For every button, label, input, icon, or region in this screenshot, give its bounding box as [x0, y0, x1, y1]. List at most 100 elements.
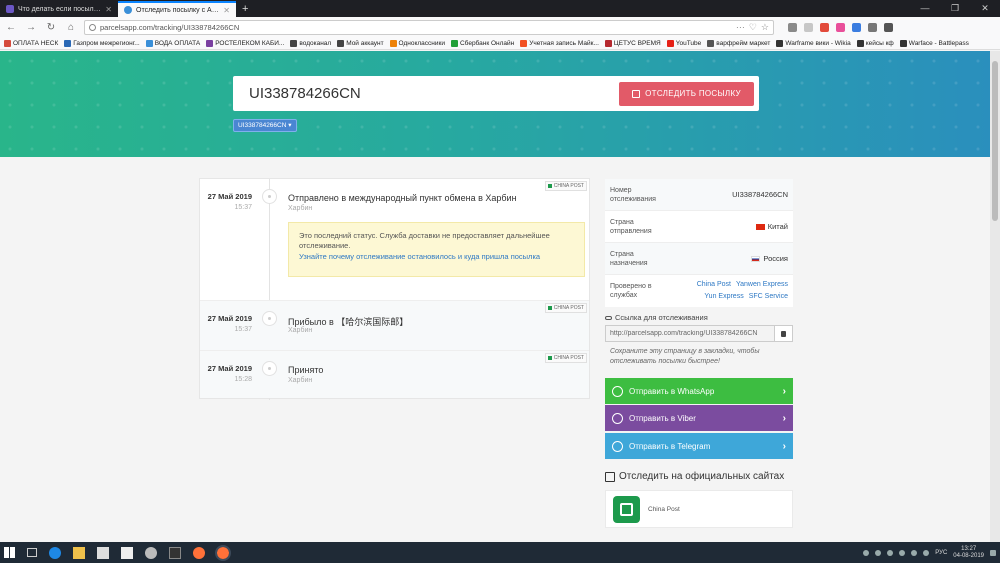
tray-icon[interactable]	[887, 549, 894, 556]
app-icon[interactable]	[169, 546, 181, 559]
tracking-number-chip[interactable]: UI338784266CN ▾	[233, 119, 297, 132]
tray-icon[interactable]	[875, 549, 882, 556]
notifications-icon[interactable]	[990, 549, 996, 556]
maximize-icon[interactable]: ❐	[940, 0, 970, 17]
new-tab-button[interactable]: +	[236, 1, 254, 17]
page-actions-icon[interactable]: ···	[736, 22, 745, 32]
copy-link-button[interactable]	[774, 326, 792, 341]
forward-icon[interactable]: →	[24, 22, 38, 33]
extension-icon[interactable]	[852, 22, 861, 32]
bookmark-item[interactable]: ВОДА ОПЛАТА	[145, 39, 200, 47]
tracking-number-input[interactable]	[249, 85, 619, 102]
carrier-link[interactable]: SFC Service	[749, 293, 788, 300]
language-indicator[interactable]: РУС	[935, 550, 947, 556]
carrier-link[interactable]: Yanwen Express	[736, 281, 788, 288]
carrier-badge: CHINA POST	[544, 353, 587, 363]
firefox-icon[interactable]	[193, 546, 205, 559]
back-icon[interactable]: ←	[4, 22, 18, 33]
library-icon[interactable]	[788, 22, 797, 32]
firefox-active-icon[interactable]	[215, 544, 231, 561]
file-explorer-icon[interactable]	[73, 546, 85, 559]
pocket-icon[interactable]: ♡	[749, 22, 757, 33]
task-view-icon[interactable]	[27, 548, 37, 557]
bookmark-icon	[604, 39, 612, 47]
window-controls: — ❐ ✕	[910, 0, 1000, 17]
track-parcel-button[interactable]: ОТСЛЕДИТЬ ПОСЫЛКУ	[619, 81, 754, 106]
event-location: Харбин	[288, 327, 313, 334]
official-sites-heading: Отследить на официальных сайтах	[605, 471, 784, 482]
event-title: Принято	[288, 365, 324, 375]
volume-icon[interactable]	[923, 549, 930, 556]
sidebar-icon[interactable]	[804, 22, 813, 32]
close-tab-icon[interactable]: ✕	[105, 5, 112, 14]
home-icon[interactable]: ⌂	[64, 22, 78, 33]
bookmark-item[interactable]: Warframe вики - Wikia	[776, 39, 851, 47]
close-window-icon[interactable]: ✕	[970, 0, 1000, 17]
hero-banner: ОТСЛЕДИТЬ ПОСЫЛКУ UI338784266CN ▾	[0, 51, 990, 157]
browser-tab-2[interactable]: Отследить посылку с Алиэкс... ✕	[118, 1, 236, 17]
share-whatsapp-button[interactable]: Отправить в WhatsApp ›	[605, 378, 793, 404]
carrier-link[interactable]: China Post	[697, 281, 731, 288]
windows-taskbar: РУС 13:27 04-08-2019	[0, 542, 1000, 563]
why-stopped-link[interactable]: Узнайте почему отслеживание остановилось…	[299, 252, 574, 262]
tracking-link-input[interactable]	[606, 326, 774, 341]
bookmark-item[interactable]: ЦЕТУС ВРЕМЯ	[604, 39, 661, 47]
extension-icon[interactable]	[868, 22, 877, 32]
reload-icon[interactable]: ↻	[44, 22, 58, 33]
bookmark-icon	[856, 39, 864, 47]
scrollbar-thumb[interactable]	[992, 61, 998, 221]
bookmark-icon	[64, 39, 72, 47]
carrier-link[interactable]: Yun Express	[704, 293, 743, 300]
tracking-link-label: Ссылка для отслеживания	[605, 313, 708, 322]
extension-icon[interactable]	[820, 22, 829, 32]
share-viber-button[interactable]: Отправить в Viber ›	[605, 405, 793, 431]
tray-icon[interactable]	[863, 549, 870, 556]
mail-icon[interactable]	[121, 546, 133, 559]
address-url[interactable]: parcelsapp.com/tracking/UI338784266CN	[100, 23, 732, 32]
bookmark-item[interactable]: варфрейм маркет	[707, 39, 770, 47]
store-icon[interactable]	[97, 546, 109, 559]
address-bar[interactable]: parcelsapp.com/tracking/UI338784266CN ··…	[84, 19, 774, 35]
bookmark-item[interactable]: Мой аккаунт	[337, 39, 384, 47]
close-tab-icon[interactable]: ✕	[223, 6, 230, 15]
bookmark-icon	[776, 39, 784, 47]
bookmark-item[interactable]: Warface - Battlepass	[899, 39, 969, 47]
bookmark-icon	[899, 39, 907, 47]
bookmark-item[interactable]: YouTube	[666, 39, 701, 47]
windows-start-icon[interactable]	[4, 547, 15, 558]
browser-tab-1[interactable]: Что делать если посылка в... ✕	[0, 1, 118, 17]
event-date: 27 Май 2019	[207, 192, 252, 201]
checked-services-label: Проверено в службах	[610, 283, 652, 299]
carrier-name: China Post	[648, 505, 680, 513]
minimize-icon[interactable]: —	[910, 0, 940, 17]
bookmark-item[interactable]: ОПЛАТА НЕСК	[4, 39, 58, 47]
system-clock[interactable]: 13:27 04-08-2019	[953, 546, 984, 560]
site-info-icon[interactable]	[89, 23, 96, 31]
bookmark-item[interactable]: РОСТЕЛЕКОМ КАБИ...	[206, 39, 284, 47]
tracking-number-value: UI338784266CN	[732, 190, 788, 199]
chevron-right-icon: ›	[782, 385, 786, 397]
tray-icon[interactable]	[899, 549, 906, 556]
bookmark-item[interactable]: кейсы кф	[856, 39, 894, 47]
bookmark-item[interactable]: Газпром межрегионг...	[64, 39, 140, 47]
bookmark-item[interactable]: Сбербанк Онлайн	[450, 39, 514, 47]
official-carrier-card[interactable]: China Post	[605, 490, 793, 528]
bookmark-item[interactable]: Одноклассники	[389, 39, 445, 47]
bookmark-icon	[337, 39, 345, 47]
link-icon	[605, 315, 612, 320]
network-icon[interactable]	[911, 549, 918, 556]
event-time: 15:37	[234, 326, 252, 333]
share-telegram-button[interactable]: Отправить в Telegram ›	[605, 433, 793, 459]
carrier-badge: CHINA POST	[544, 181, 587, 191]
gift-icon	[632, 89, 641, 98]
menu-icon[interactable]	[884, 22, 893, 32]
bookmark-item[interactable]: Учетная запись Майк...	[520, 39, 599, 47]
track-button-label: ОТСЛЕДИТЬ ПОСЫЛКУ	[645, 89, 741, 98]
speedometer-icon[interactable]	[145, 546, 157, 559]
bookmark-star-icon[interactable]: ☆	[761, 22, 769, 33]
edge-icon[interactable]	[49, 546, 61, 559]
bookmark-item[interactable]: водоканал	[290, 39, 331, 47]
russia-flag-icon	[751, 255, 761, 262]
page-scrollbar[interactable]	[990, 51, 1000, 542]
extension-icon[interactable]	[836, 22, 845, 32]
